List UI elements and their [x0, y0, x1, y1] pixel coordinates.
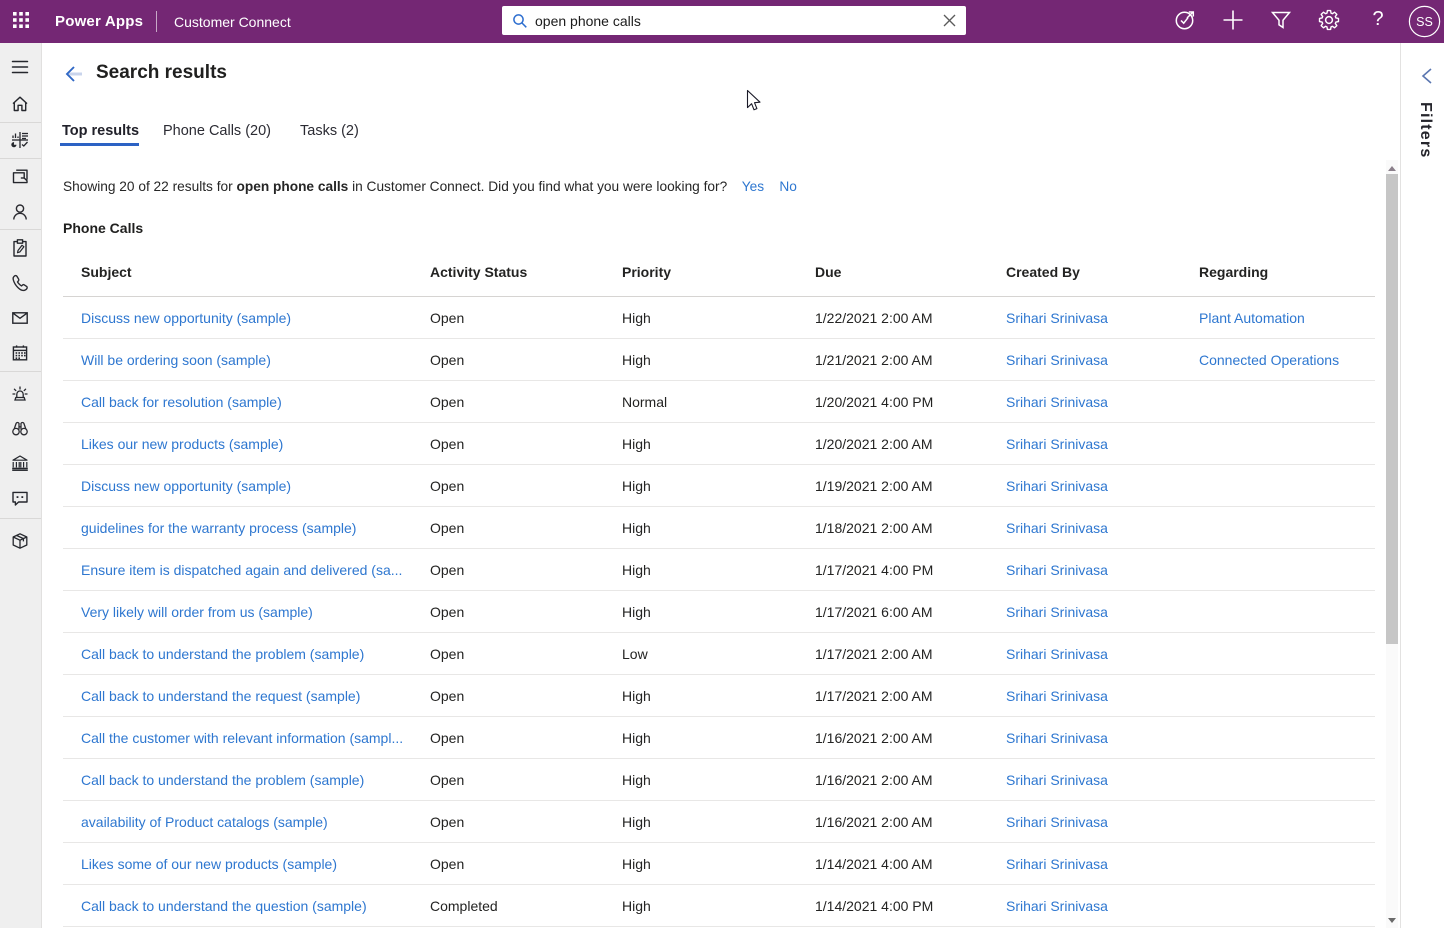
svg-text:SS: SS [1416, 15, 1433, 29]
